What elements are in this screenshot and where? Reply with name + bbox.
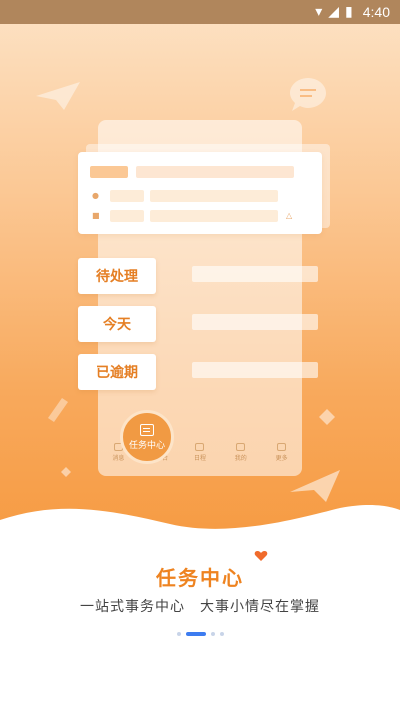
diamond-shape-small [61, 467, 71, 477]
mockup-task-card: ● ■ △ [78, 152, 322, 234]
page-dot [219, 632, 224, 636]
calendar-icon [195, 442, 205, 451]
page-dot [176, 632, 181, 636]
chat-bubble-icon [290, 78, 326, 111]
signal-icon: ◢ [328, 4, 340, 20]
battery-icon: ▮ [345, 4, 353, 20]
bell-icon: △ [286, 211, 293, 220]
mockup-nav-item: 更多 [267, 442, 297, 462]
status-time: 4:40 [362, 4, 390, 20]
placeholder-line [192, 314, 318, 330]
page-indicator [0, 632, 400, 636]
status-bar: ▾ ◢ ▮ 4:40 [0, 0, 400, 24]
overdue-pill: 已逾期 [78, 354, 156, 390]
briefcase-icon: ■ [92, 211, 100, 220]
person-icon: ● [92, 191, 99, 200]
task-list-icon [140, 423, 154, 436]
paper-plane-icon [36, 82, 80, 110]
onboarding-title: 任务中心 [156, 566, 244, 590]
pending-pill: 待处理 [78, 258, 156, 294]
user-icon [236, 442, 246, 451]
more-icon [277, 442, 287, 451]
hero-illustration: 消息 工作台 日程 我的 更多 ● ■ △ 待处理 今天 已逾期 任务中心 [0, 0, 400, 560]
placeholder-line [192, 266, 318, 282]
wave-divider [0, 504, 400, 560]
heart-icon [254, 551, 268, 561]
onboarding-subtitle: 一站式事务中心 大事小情尽在掌握 [80, 599, 320, 615]
task-center-badge: 任务中心 [120, 410, 174, 464]
today-pill: 今天 [78, 306, 156, 342]
mockup-nav-item: 我的 [226, 442, 256, 462]
page-dot-active [185, 632, 206, 636]
mockup-nav-item: 日程 [185, 442, 215, 462]
wifi-icon: ▾ [315, 4, 323, 20]
page-dot [210, 632, 215, 636]
placeholder-line [192, 362, 318, 378]
bottle-icon [48, 398, 68, 422]
diamond-shape [319, 409, 335, 425]
